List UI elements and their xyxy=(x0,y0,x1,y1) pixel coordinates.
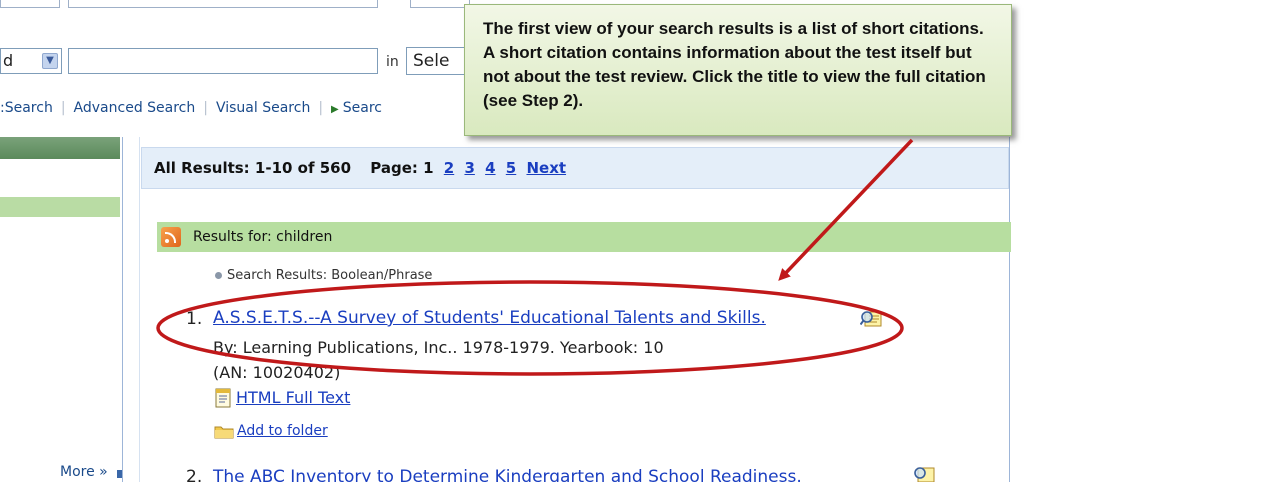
scope-select-value: Sele xyxy=(413,51,450,71)
nav-bar-dark xyxy=(0,137,120,159)
magnifier-preview-icon[interactable] xyxy=(860,309,882,329)
search-mode-text: Search Results: Boolean/Phrase xyxy=(227,268,433,283)
html-full-text-link[interactable]: HTML Full Text xyxy=(236,388,350,407)
results-count: All Results: 1-10 of 560 xyxy=(154,159,352,177)
instruction-callout: The first view of your search results is… xyxy=(464,4,1012,136)
advanced-search-link[interactable]: Advanced Search xyxy=(74,100,196,116)
search-mode-label: Search Results: Boolean/Phrase xyxy=(215,268,432,283)
search-history-link[interactable]: Searc xyxy=(343,100,382,116)
search-input[interactable] xyxy=(68,48,378,74)
link-separator: | xyxy=(203,100,208,116)
results-for-bar: Results for: children xyxy=(157,222,1011,252)
top-field-3[interactable] xyxy=(410,0,470,8)
in-label: in xyxy=(386,54,399,70)
result-accession-number: (AN: 10020402) xyxy=(213,363,341,382)
result-number: 2. xyxy=(186,467,203,482)
bullet-icon xyxy=(215,272,222,279)
visual-search-link[interactable]: Visual Search xyxy=(216,100,310,116)
folder-icon[interactable] xyxy=(214,424,234,439)
panel-divider xyxy=(139,137,140,482)
results-header: All Results: 1-10 of 560 Page: 1 2 3 4 5… xyxy=(141,147,1009,189)
basic-search-link[interactable]: :Search xyxy=(0,100,53,116)
more-link[interactable]: More » xyxy=(60,464,108,480)
search-mode-links: :Search | Advanced Search | Visual Search | ▶ S… xyxy=(0,100,382,116)
top-field-1[interactable] xyxy=(0,0,60,8)
page-link-5[interactable]: 5 xyxy=(506,159,516,177)
page-link-4[interactable]: 4 xyxy=(485,159,495,177)
result-number: 1. xyxy=(186,309,203,329)
html-full-text-icon[interactable] xyxy=(214,388,232,408)
rss-icon[interactable] xyxy=(161,227,181,247)
page-link-3[interactable]: 3 xyxy=(464,159,474,177)
callout-text: The first view of your search results is… xyxy=(483,19,986,110)
results-panel: All Results: 1-10 of 560 Page: 1 2 3 4 5… xyxy=(122,137,1011,482)
page-link-2[interactable]: 2 xyxy=(444,159,454,177)
add-to-folder-link[interactable]: Add to folder xyxy=(237,423,328,439)
result-byline: By: Learning Publications, Inc.. 1978-19… xyxy=(213,338,664,357)
result-title-link[interactable]: A.S.S.E.T.S.--A Survey of Students' Educ… xyxy=(213,308,766,328)
results-for-label: Results for: children xyxy=(193,229,333,245)
nav-bar-light xyxy=(0,197,120,217)
link-separator: | xyxy=(60,100,66,116)
field-select-value: d xyxy=(3,51,14,70)
triangle-right-icon: ▶ xyxy=(331,104,339,115)
page-label: Page: 1 xyxy=(370,159,434,177)
dropdown-arrow-icon[interactable]: ▼ xyxy=(42,53,58,69)
next-page-link[interactable]: Next xyxy=(526,159,566,177)
field-select[interactable]: d ▼ xyxy=(0,48,62,74)
result-title-link[interactable]: The ABC Inventory to Determine Kindergar… xyxy=(213,467,802,482)
magnifier-preview-icon[interactable] xyxy=(913,465,935,482)
top-field-2[interactable] xyxy=(68,0,378,8)
link-separator: | xyxy=(318,100,324,116)
